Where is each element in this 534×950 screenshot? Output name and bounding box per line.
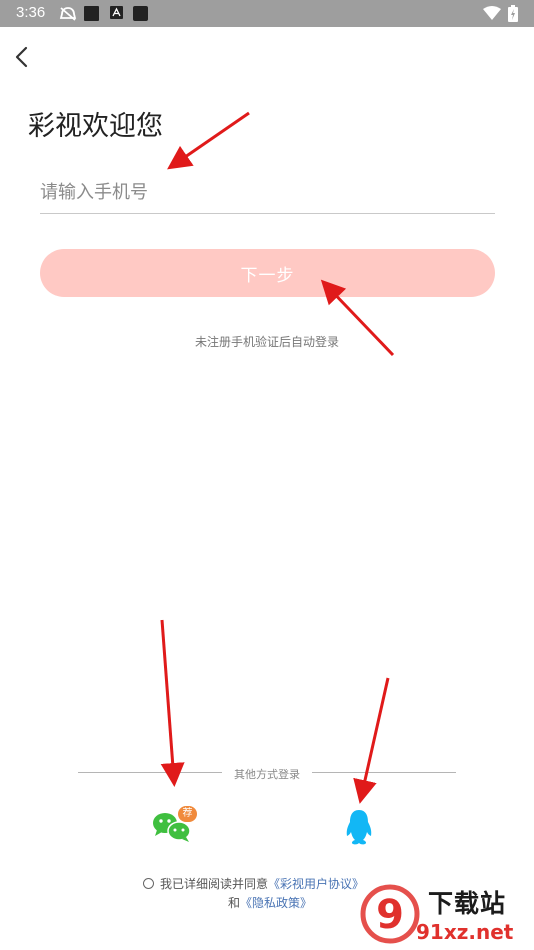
watermark-url: 91xz.net	[416, 920, 514, 944]
wifi-icon	[483, 6, 501, 20]
agree-radio[interactable]	[143, 878, 154, 889]
recommend-badge: 荐	[178, 806, 197, 822]
a-app-icon	[110, 6, 123, 19]
agreement-row-2: 和《隐私政策》	[228, 894, 312, 911]
qq-login-button[interactable]	[344, 808, 374, 846]
auto-login-hint: 未注册手机验证后自动登录	[194, 335, 339, 349]
watermark-logo-text: 9	[376, 892, 404, 938]
divider-right	[311, 772, 456, 773]
phone-input[interactable]	[40, 172, 495, 214]
status-time: 3:36	[16, 4, 46, 21]
status-bar: 3:36	[0, 0, 534, 27]
divider-left	[78, 772, 223, 773]
arrow-to-wechat	[160, 619, 185, 787]
page-title: 彩视欢迎您	[28, 111, 163, 142]
back-button[interactable]	[10, 42, 38, 72]
notification-mute-icon	[59, 7, 77, 21]
watermark-logo: 9	[360, 884, 420, 944]
qq-penguin-icon	[346, 810, 372, 845]
agreement-conjunction: 和	[228, 896, 241, 910]
arrow-to-qq	[353, 677, 390, 804]
watermark-brand: 下载站	[428, 889, 507, 918]
battery-icon	[508, 5, 518, 22]
arrow-to-phone-input	[167, 111, 250, 170]
site-watermark: 9 下载站 91xz.net	[360, 882, 534, 950]
agreement-prefix: 我已详细阅读并同意	[160, 877, 269, 891]
wechat-login-button[interactable]: 荐	[151, 805, 201, 845]
agreement-row: 我已详细阅读并同意《彩视用户协议》	[143, 875, 364, 892]
recommend-badge-label: 荐	[182, 808, 193, 819]
next-button[interactable]: 下一步	[40, 249, 495, 297]
square-app-icon	[133, 6, 148, 21]
other-login-label: 其他方式登录	[222, 766, 312, 782]
privacy-policy-link[interactable]: 《隐私政策》	[240, 896, 312, 910]
square-app-icon	[84, 6, 99, 21]
chevron-left-icon	[15, 46, 28, 68]
user-agreement-link[interactable]: 《彩视用户协议》	[268, 877, 364, 891]
